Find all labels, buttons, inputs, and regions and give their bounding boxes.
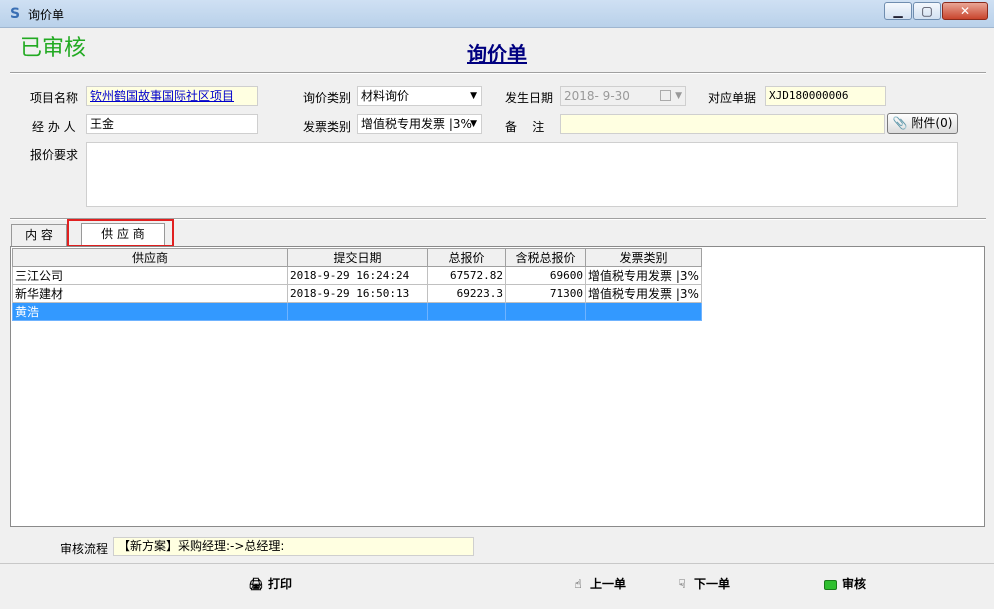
invoice-type-label: 发票类别 (303, 120, 352, 134)
invoice-type-value: 增值税专用发票 |3% (361, 117, 472, 131)
cell-total-quote (427, 302, 506, 321)
header-divider (10, 72, 986, 74)
paperclip-icon: 📎 (892, 116, 908, 130)
ref-doc-field[interactable]: XJD180000006 (765, 86, 886, 106)
supplier-table[interactable]: 供应商 提交日期 总报价 含税总报价 发票类别 三江公司 2018-9-29 1… (12, 248, 702, 321)
cell-invoice-type: 增值税专用发票 |3% (585, 284, 702, 303)
minimize-button[interactable]: ▁ (884, 2, 912, 20)
hand-down-icon: ☟ (678, 577, 686, 591)
cell-submit-date: 2018-9-29 16:24:24 (287, 266, 428, 285)
requirement-label: 报价要求 (30, 148, 79, 162)
form-title: 询价单 (467, 42, 527, 66)
invoice-type-select[interactable]: 增值税专用发票 |3% ▼ (357, 114, 482, 134)
project-label: 项目名称 (30, 91, 79, 105)
attachment-label: 附件(0) (911, 116, 953, 130)
column-header-submit-date[interactable]: 提交日期 (287, 248, 428, 267)
cell-invoice-type: 增值税专用发票 |3% (585, 266, 702, 285)
green-light-icon (822, 575, 838, 593)
chevron-down-icon: ▼ (675, 91, 682, 101)
tab-content[interactable]: 内 容 (11, 224, 67, 246)
next-label: 下一单 (694, 577, 731, 591)
remark-label: 备 注 (505, 120, 545, 134)
inquiry-type-select[interactable]: 材料询价 ▼ (357, 86, 482, 106)
maximize-button[interactable]: ▢ (913, 2, 941, 20)
approve-button[interactable]: 审核 (822, 575, 866, 593)
handler-field[interactable]: 王金 (86, 114, 258, 134)
hand-up-icon: ☝ (574, 577, 582, 591)
inquiry-type-value: 材料询价 (361, 89, 410, 103)
handler-label: 经 办 人 (32, 120, 76, 134)
cell-total-quote: 67572.82 (427, 266, 506, 285)
approve-label: 审核 (842, 577, 867, 591)
prev-button[interactable]: ☝ 上一单 (570, 575, 626, 593)
project-name-field[interactable]: 钦州鹤国故事国际社区项目 (86, 86, 258, 106)
inquiry-type-label: 询价类别 (303, 91, 352, 105)
ref-doc-label: 对应单据 (708, 91, 757, 105)
table-row-selected[interactable]: 黄浩 (12, 302, 702, 321)
column-header-total-with-tax[interactable]: 含税总报价 (505, 248, 586, 267)
close-button[interactable]: ✕ (942, 2, 988, 20)
tab-highlight-box (67, 219, 174, 247)
attachment-button[interactable]: 📎 附件(0) (887, 113, 958, 134)
requirement-textarea[interactable] (86, 142, 958, 207)
date-label: 发生日期 (505, 91, 554, 105)
printer-icon: 🖨 (248, 577, 264, 591)
approval-flow-field: 【新方案】采购经理:->总经理: (113, 537, 474, 556)
cell-supplier: 三江公司 (12, 266, 288, 285)
date-value: 2018- 9-30 (564, 89, 630, 103)
app-logo-icon: S (9, 6, 21, 22)
column-header-invoice-type[interactable]: 发票类别 (585, 248, 702, 267)
approval-flow-label: 审核流程 (60, 542, 109, 556)
window-title: 询价单 (28, 8, 65, 22)
chevron-down-icon: ▼ (470, 91, 477, 101)
cell-total-with-tax: 69600 (505, 266, 586, 285)
table-row[interactable]: 新华建材 2018-9-29 16:50:13 69223.3 71300 增值… (12, 284, 702, 303)
cell-submit-date (287, 302, 428, 321)
cell-supplier: 新华建材 (12, 284, 288, 303)
next-button[interactable]: ☟ 下一单 (674, 575, 730, 593)
chevron-down-icon: ▼ (470, 119, 477, 129)
prev-label: 上一单 (590, 577, 627, 591)
date-picker[interactable]: 2018- 9-30 ▼ (560, 86, 686, 106)
calendar-icon (660, 90, 671, 101)
print-label: 打印 (268, 577, 293, 591)
title-bar[interactable]: S 询价单 ▁ ▢ ✕ (0, 0, 994, 28)
table-header-row: 供应商 提交日期 总报价 含税总报价 发票类别 (12, 248, 702, 267)
cell-invoice-type (585, 302, 702, 321)
column-header-total-quote[interactable]: 总报价 (427, 248, 506, 267)
column-header-supplier[interactable]: 供应商 (12, 248, 288, 267)
cell-supplier: 黄浩 (12, 302, 288, 321)
cell-total-with-tax (505, 302, 586, 321)
table-row[interactable]: 三江公司 2018-9-29 16:24:24 67572.82 69600 增… (12, 266, 702, 285)
cell-submit-date: 2018-9-29 16:50:13 (287, 284, 428, 303)
remark-field[interactable] (560, 114, 885, 134)
print-button[interactable]: 🖨 打印 (248, 575, 292, 593)
cell-total-quote: 69223.3 (427, 284, 506, 303)
cell-total-with-tax: 71300 (505, 284, 586, 303)
